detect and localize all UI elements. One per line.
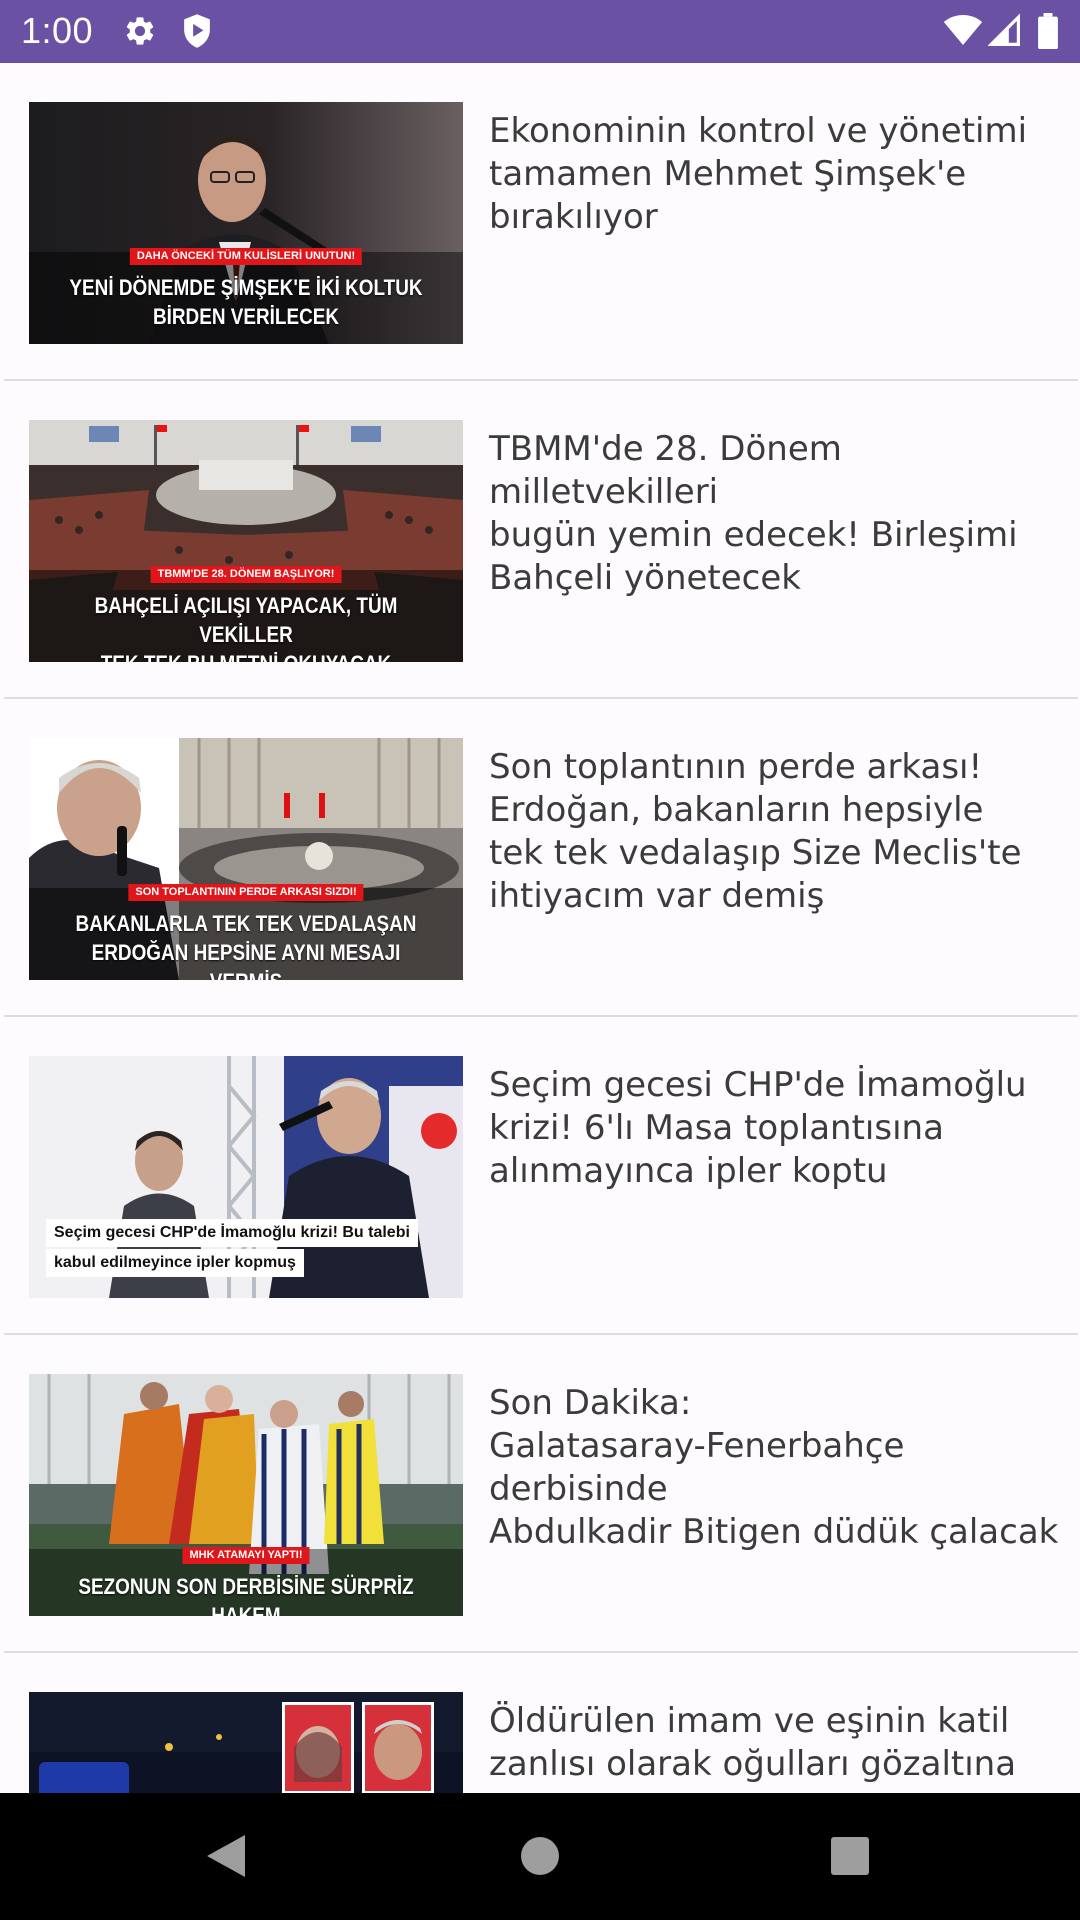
thumbnail-caption: Seçim gecesi CHP'de İmamoğlu krizi! Bu t…	[46, 1219, 418, 1279]
thumbnail-headline: YENİ DÖNEMDE ŞİMŞEK'E İKİ KOLTUK BİRDEN …	[69, 275, 423, 329]
news-thumbnail[interactable]: DAHA ÖNCEKİ TÜM KULİSLERİ UNUTUN! YENİ D…	[29, 102, 463, 344]
shield-play-icon	[184, 14, 210, 48]
navigation-bar	[0, 1793, 1080, 1920]
news-item[interactable]: MHK ATAMAYI YAPTI! SEZONUN SON DERBİSİNE…	[0, 1335, 1080, 1653]
thumbnail-headline: BAKANLARLA TEK TEK VEDALAŞAN ERDOĞAN HEP…	[75, 911, 417, 980]
gear-icon	[126, 17, 154, 45]
news-title[interactable]: Seçim gecesi CHP'de İmamoğlu krizi! 6'lı…	[489, 1064, 1074, 1193]
status-time: 1:00	[21, 10, 94, 51]
home-icon	[521, 1837, 559, 1875]
news-item[interactable]: SON TOPLANTININ PERDE ARKASI SIZDI! BAKA…	[0, 699, 1080, 1017]
news-title[interactable]: Öldürülen imam ve eşinin katil zanlısı o…	[489, 1700, 1074, 1786]
news-thumbnail[interactable]: Seçim gecesi CHP'de İmamoğlu krizi! Bu t…	[29, 1056, 463, 1298]
thumbnail-kicker: SON TOPLANTININ PERDE ARKASI SIZDI!	[128, 884, 364, 901]
news-title[interactable]: Ekonominin kontrol ve yönetimi tamamen M…	[489, 110, 1074, 239]
news-title[interactable]: TBMM'de 28. Dönem milletvekilleri bugün …	[489, 428, 1074, 600]
news-item[interactable]: Öldürülen imam ve eşinin katil zanlısı o…	[0, 1653, 1080, 1793]
status-bar: 1:00	[0, 0, 1080, 63]
back-button[interactable]	[185, 1823, 265, 1889]
thumbnail-caption-line: kabul edilmeyince ipler kopmuş	[46, 1249, 304, 1277]
thumbnail-kicker: DAHA ÖNCEKİ TÜM KULİSLERİ UNUTUN!	[129, 248, 363, 265]
news-feed[interactable]: DAHA ÖNCEKİ TÜM KULİSLERİ UNUTUN! YENİ D…	[0, 63, 1080, 1793]
back-icon	[207, 1835, 245, 1877]
thumbnail-kicker: MHK ATAMAYI YAPTI!	[182, 1547, 310, 1564]
news-item[interactable]: DAHA ÖNCEKİ TÜM KULİSLERİ UNUTUN! YENİ D…	[0, 63, 1080, 381]
thumbnail-image	[29, 1692, 463, 1793]
thumbnail-caption-line: Seçim gecesi CHP'de İmamoğlu krizi! Bu t…	[46, 1219, 418, 1247]
thumbnail-kicker: TBMM'DE 28. DÖNEM BAŞLIYOR!	[150, 566, 342, 583]
news-item[interactable]: TBMM'DE 28. DÖNEM BAŞLIYOR! BAHÇELİ AÇIL…	[0, 381, 1080, 699]
news-thumbnail[interactable]: TBMM'DE 28. DÖNEM BAŞLIYOR! BAHÇELİ AÇIL…	[29, 420, 463, 662]
recents-button[interactable]	[810, 1823, 890, 1889]
battery-icon	[1038, 13, 1058, 49]
news-title[interactable]: Son Dakika: Galatasaray-Fenerbahçe derbi…	[489, 1382, 1074, 1554]
thumbnail-headline: SEZONUN SON DERBİSİNE SÜRPRİZ HAKEM	[78, 1574, 414, 1616]
cell-signal-icon	[988, 13, 1020, 46]
recents-icon	[831, 1837, 869, 1875]
news-item[interactable]: Seçim gecesi CHP'de İmamoğlu krizi! Bu t…	[0, 1017, 1080, 1335]
wifi-icon	[943, 15, 983, 45]
home-button[interactable]	[500, 1823, 580, 1889]
news-title[interactable]: Son toplantının perde arkası! Erdoğan, b…	[489, 746, 1074, 918]
news-thumbnail[interactable]	[29, 1692, 463, 1793]
thumbnail-headline: BAHÇELİ AÇILIŞI YAPACAK, TÜM VEKİLLER TE…	[94, 593, 398, 662]
news-thumbnail[interactable]: MHK ATAMAYI YAPTI! SEZONUN SON DERBİSİNE…	[29, 1374, 463, 1616]
news-thumbnail[interactable]: SON TOPLANTININ PERDE ARKASI SIZDI! BAKA…	[29, 738, 463, 980]
